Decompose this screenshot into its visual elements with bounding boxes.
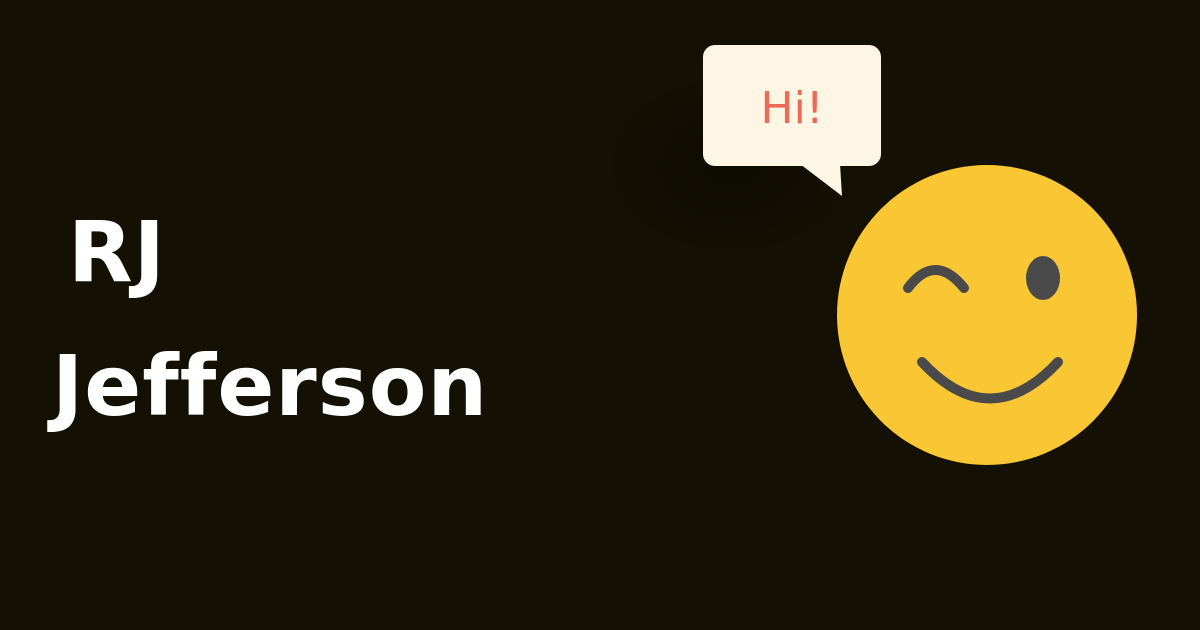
name-line-first: RJ [68, 203, 166, 301]
greeting-illustration: Hi! [703, 45, 1137, 465]
author-name: RJ Jefferson [52, 185, 488, 453]
social-card: RJ Jefferson Hi! [0, 0, 1200, 630]
name-line-last: Jefferson [52, 337, 489, 435]
speech-bubble-tail [800, 164, 842, 196]
speech-bubble: Hi! [703, 45, 881, 196]
open-eye [1026, 256, 1060, 300]
speech-bubble-text: Hi! [761, 83, 824, 134]
winking-smiley-face-icon [837, 165, 1137, 465]
face-circle [837, 165, 1137, 465]
